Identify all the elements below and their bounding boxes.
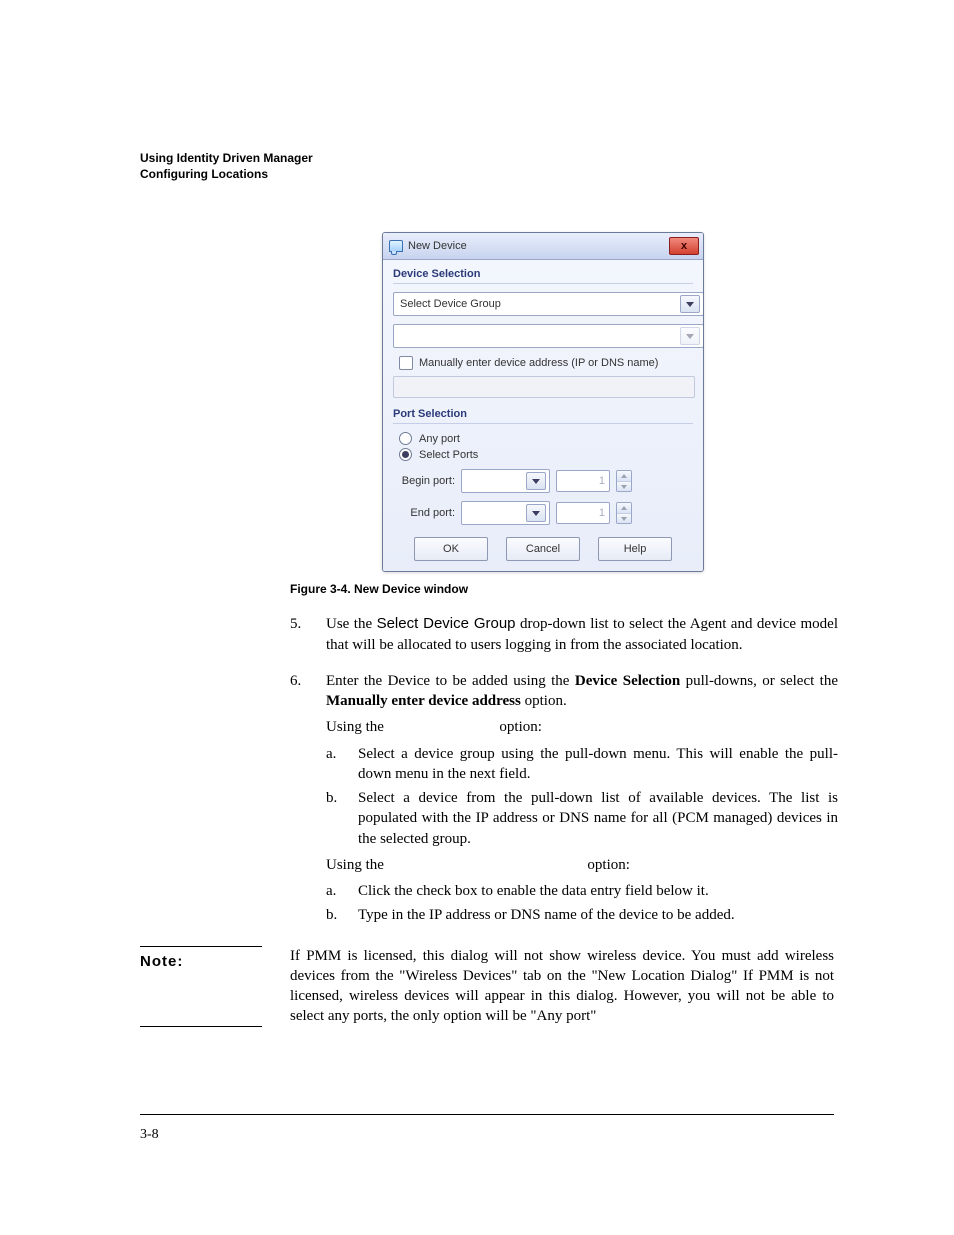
dialog-title: New Device: [408, 240, 467, 252]
arrow-down-icon: [621, 485, 627, 489]
end-port-label: End port:: [393, 507, 455, 519]
close-button[interactable]: x: [669, 237, 699, 255]
help-button[interactable]: Help: [598, 537, 672, 561]
begin-port-spinner[interactable]: [616, 470, 632, 492]
step-text: Enter the Device to be added using the D…: [326, 671, 838, 930]
divider: [393, 283, 693, 284]
substep-a: a.Select a device group using the pull-d…: [326, 744, 838, 785]
chevron-down-icon: [680, 327, 700, 345]
arrow-up-icon: [621, 506, 627, 510]
ok-button[interactable]: OK: [414, 537, 488, 561]
figure-caption: Figure 3-4. New Device window: [290, 582, 834, 596]
using-manual-entry-intro: Using the option:: [326, 855, 838, 875]
port-selection-heading: Port Selection: [393, 408, 693, 420]
begin-port-number[interactable]: 1: [556, 470, 610, 492]
chevron-down-icon: [680, 295, 700, 313]
begin-port-label: Begin port:: [393, 475, 455, 487]
close-icon: x: [681, 241, 687, 251]
manual-address-input[interactable]: [393, 376, 695, 398]
step-text: Use the Select Device Group drop-down li…: [326, 614, 838, 655]
substep-b: b.Select a device from the pull-down lis…: [326, 788, 838, 849]
substep-a: a.Click the check box to enable the data…: [326, 881, 838, 901]
dialog-titlebar: New Device x: [383, 233, 703, 260]
note-text: If PMM is licensed, this dialog will not…: [290, 946, 834, 1027]
divider: [393, 423, 693, 424]
figure-new-device-dialog: New Device x Device Selection Select Dev…: [382, 232, 702, 572]
manual-address-label: Manually enter device address (IP or DNS…: [419, 357, 658, 369]
note-block: Note: If PMM is licensed, this dialog wi…: [140, 946, 834, 1027]
chevron-down-icon: [526, 504, 546, 522]
monitor-icon: [389, 240, 403, 252]
device-group-dropdown[interactable]: Select Device Group: [393, 292, 704, 316]
page-number: 3-8: [140, 1127, 159, 1143]
step-number: 6.: [290, 671, 308, 930]
select-ports-radio[interactable]: [399, 448, 412, 461]
chevron-down-icon: [526, 472, 546, 490]
running-header: Using Identity Driven Manager Configurin…: [140, 150, 834, 182]
arrow-up-icon: [621, 474, 627, 478]
using-device-selection-intro: Using the option:: [326, 717, 838, 737]
any-port-radio[interactable]: [399, 432, 412, 445]
any-port-label: Any port: [419, 433, 460, 445]
device-group-dropdown-value: Select Device Group: [400, 298, 501, 310]
note-label: Note:: [140, 946, 262, 1027]
substep-b: b.Type in the IP address or DNS name of …: [326, 905, 838, 925]
select-ports-label: Select Ports: [419, 449, 478, 461]
cancel-button[interactable]: Cancel: [506, 537, 580, 561]
running-header-l2: Configuring Locations: [140, 166, 834, 182]
device-selection-heading: Device Selection: [393, 268, 693, 280]
begin-port-module-dropdown[interactable]: [461, 469, 550, 493]
running-header-l1: Using Identity Driven Manager: [140, 151, 313, 165]
body-content: 5. Use the Select Device Group drop-down…: [290, 614, 838, 929]
manual-address-checkbox[interactable]: [399, 356, 413, 370]
end-port-spinner[interactable]: [616, 502, 632, 524]
step-6: 6. Enter the Device to be added using th…: [290, 671, 838, 930]
step-5: 5. Use the Select Device Group drop-down…: [290, 614, 838, 655]
end-port-number[interactable]: 1: [556, 502, 610, 524]
step-number: 5.: [290, 614, 308, 655]
footer-rule: [140, 1114, 834, 1115]
dialog-window: New Device x Device Selection Select Dev…: [382, 232, 704, 572]
arrow-down-icon: [621, 517, 627, 521]
end-port-module-dropdown[interactable]: [461, 501, 550, 525]
device-dropdown[interactable]: [393, 324, 704, 348]
